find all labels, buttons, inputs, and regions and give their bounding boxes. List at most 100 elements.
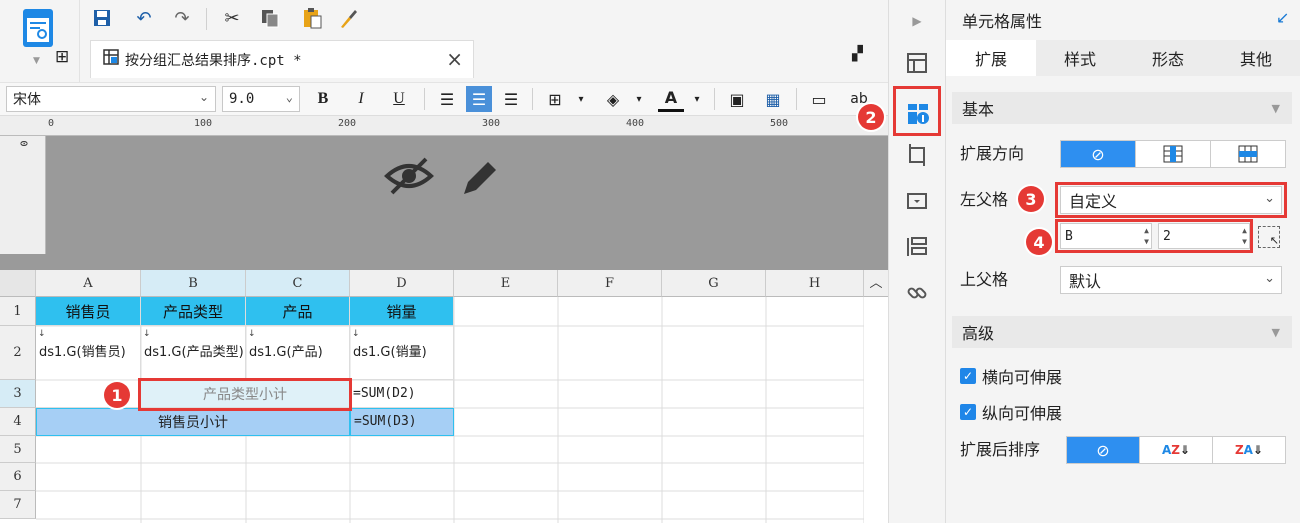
horizontal-extend-label: 横向可伸展	[982, 368, 1063, 387]
tab-other[interactable]: 其他	[1212, 40, 1300, 76]
upper-parent-value: 默认	[1069, 272, 1102, 291]
upper-parent-label: 上父格	[960, 270, 1009, 289]
upper-parent-select[interactable]: 默认 ⌄	[1060, 266, 1282, 294]
section-advanced[interactable]: 高级 ▼	[952, 316, 1292, 348]
tab-expand[interactable]: 扩展	[946, 40, 1036, 76]
horizontal-expand-icon[interactable]	[1211, 141, 1285, 167]
save-icon[interactable]	[88, 4, 116, 32]
crop-frame-icon[interactable]	[902, 140, 932, 170]
bold-icon[interactable]: B	[310, 86, 336, 112]
sort-order-toggle[interactable]: ⊘ A Z ⇓ Z A ⇓	[1066, 436, 1286, 464]
row-header[interactable]: 4	[0, 408, 36, 436]
horizontal-extend-checkbox[interactable]: ✓ 横向可伸展	[960, 364, 1062, 388]
cell-d3[interactable]: =SUM(D2)	[350, 380, 454, 408]
table-icon[interactable]: ▦	[760, 86, 786, 112]
align-center-icon[interactable]: ☰	[466, 86, 492, 112]
logo-dropdown-icon[interactable]: ▼	[33, 56, 40, 66]
scroll-up-icon[interactable]: ︿	[864, 270, 888, 297]
hide-eye-icon[interactable]	[384, 156, 434, 207]
row-header[interactable]: 5	[0, 436, 36, 463]
copy-icon[interactable]	[256, 4, 284, 32]
chevron-down-icon: ⌄	[285, 90, 293, 104]
annotation-badge-2: 2	[858, 104, 884, 130]
no-sort-icon[interactable]: ⊘	[1067, 437, 1140, 463]
collapse-right-icon[interactable]: ▶	[902, 6, 932, 36]
undo-icon[interactable]: ↶	[130, 4, 158, 32]
paste-icon[interactable]	[298, 4, 326, 32]
font-size-value: 9.0	[229, 91, 255, 107]
file-tab-label: 按分组汇总结果排序.cpt *	[125, 52, 302, 69]
toolbar-divider	[714, 88, 715, 110]
vertical-expand-icon[interactable]	[1136, 141, 1211, 167]
sort-descending-icon[interactable]: Z A ⇓	[1213, 437, 1285, 463]
expand-direction-toggle[interactable]: ⊘	[1060, 140, 1286, 168]
tab-style[interactable]: 样式	[1036, 40, 1124, 76]
chevron-down-icon[interactable]: ▾	[626, 86, 652, 112]
column-header[interactable]: D	[350, 270, 454, 297]
column-header[interactable]: E	[454, 270, 558, 297]
select-cell-icon[interactable]: ↖	[1258, 226, 1280, 248]
section-basic[interactable]: 基本 ▼	[952, 92, 1292, 124]
chevron-down-icon: ⌄	[1264, 271, 1275, 286]
border-icon[interactable]: ⊞	[542, 86, 568, 112]
tab-menu-icon[interactable]: ▞	[852, 46, 863, 62]
ruler-mark: 400	[626, 118, 645, 129]
vertical-extend-label: 纵向可伸展	[982, 404, 1063, 423]
widget-icon[interactable]	[902, 186, 932, 216]
row-header[interactable]: 1	[0, 297, 36, 326]
fill-color-icon[interactable]: ◈	[600, 86, 626, 112]
section-basic-label: 基本	[962, 100, 995, 119]
spreadsheet-grid[interactable]: A B C D E F G H ︿ 1 2 3 4 5 6 7 销售员 产品类型…	[0, 270, 888, 523]
vertical-extend-checkbox[interactable]: ✓ 纵向可伸展	[960, 400, 1062, 424]
column-header[interactable]: B	[141, 270, 246, 297]
align-right-icon[interactable]: ☰	[498, 86, 524, 112]
column-header[interactable]: H	[766, 270, 864, 297]
font-family-select[interactable]: 宋体 ⌄	[6, 86, 216, 112]
cut-icon[interactable]: ✂	[218, 4, 246, 32]
condition-attribute-icon[interactable]	[902, 232, 932, 262]
row-header[interactable]: 3	[0, 380, 36, 408]
app-logo-icon	[23, 9, 53, 47]
row-header[interactable]: 7	[0, 491, 36, 519]
cell-a1[interactable]: 销售员	[36, 297, 141, 326]
cell-d4[interactable]: =SUM(D3)	[350, 408, 454, 436]
close-icon[interactable]: ×	[446, 47, 463, 71]
edit-pencil-icon[interactable]	[458, 156, 502, 211]
cell-d2[interactable]: ↓ ds1.G(销量)	[350, 326, 454, 380]
tab-form[interactable]: 形态	[1124, 40, 1212, 76]
column-header[interactable]: G	[662, 270, 766, 297]
template-list-icon[interactable]: ⊞	[55, 47, 69, 67]
format-painter-icon[interactable]	[334, 4, 362, 32]
cell-c1[interactable]: 产品	[246, 297, 350, 326]
font-color-icon[interactable]: A	[658, 86, 684, 112]
hyperlink-icon[interactable]	[902, 278, 932, 308]
expand-down-icon: ↓	[143, 329, 151, 339]
underline-icon[interactable]: U	[386, 86, 412, 112]
row-header[interactable]: 6	[0, 463, 36, 491]
merge-cells-icon[interactable]: ▣	[724, 86, 750, 112]
column-header[interactable]: A	[36, 270, 141, 297]
row-header[interactable]: 2	[0, 326, 36, 380]
chevron-down-icon[interactable]: ▾	[684, 86, 710, 112]
chevron-down-icon[interactable]: ▾	[568, 86, 594, 112]
file-tab[interactable]: ⊞ 按分组汇总结果排序.cpt * ×	[55, 40, 474, 78]
toolbar-divider	[206, 8, 207, 30]
cell-element-icon[interactable]	[902, 48, 932, 78]
align-left-icon[interactable]: ☰	[434, 86, 460, 112]
redo-icon[interactable]: ↷	[168, 4, 196, 32]
italic-icon[interactable]: I	[348, 86, 374, 112]
cell-c2[interactable]: ↓ ds1.G(产品)	[246, 326, 350, 380]
report-file-icon	[103, 49, 119, 70]
dock-arrow-icon[interactable]: ↙	[1276, 8, 1289, 27]
text-field-icon[interactable]: ▭	[806, 86, 832, 112]
cell-b4[interactable]: 销售员小计	[36, 408, 350, 436]
cell-b2[interactable]: ↓ ds1.G(产品类型)	[141, 326, 246, 380]
cell-d1[interactable]: 销量	[350, 297, 454, 326]
font-size-select[interactable]: 9.0 ⌄	[222, 86, 300, 112]
sort-ascending-icon[interactable]: A Z ⇓	[1140, 437, 1213, 463]
grid-corner[interactable]	[0, 270, 36, 297]
cell-b1[interactable]: 产品类型	[141, 297, 246, 326]
no-expand-icon[interactable]: ⊘	[1061, 141, 1136, 167]
column-header[interactable]: C	[246, 270, 350, 297]
column-header[interactable]: F	[558, 270, 662, 297]
